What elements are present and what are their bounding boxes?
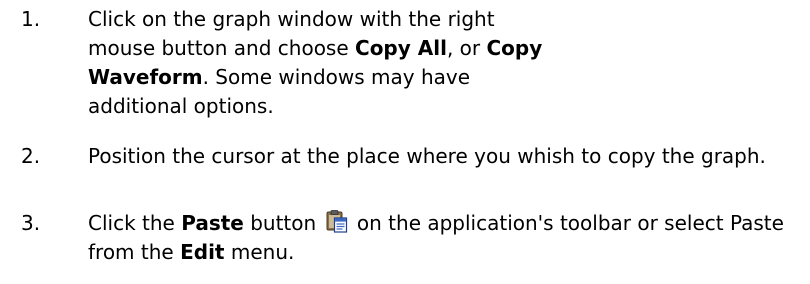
step-number: 1.: [21, 7, 41, 31]
step-text-part: menu.: [224, 240, 295, 264]
step-number: 3.: [21, 211, 41, 235]
paste-icon: [325, 209, 349, 233]
copy-all-label: Copy All: [355, 36, 447, 60]
paste-icon-graphic: [326, 210, 347, 233]
step-text-part: button: [243, 211, 317, 235]
step-text: Click the Paste button on the applicatio…: [88, 209, 810, 267]
paste-button-label: Paste: [181, 211, 244, 235]
step-text: Click on the graph window with the right…: [88, 5, 548, 121]
step-text: Position the cursor at the place where y…: [88, 144, 766, 168]
step-number: 2.: [21, 144, 41, 168]
step-text-part: Click the: [88, 211, 182, 235]
step-text-part: , or: [446, 36, 487, 60]
edit-menu-label: Edit: [180, 240, 225, 264]
